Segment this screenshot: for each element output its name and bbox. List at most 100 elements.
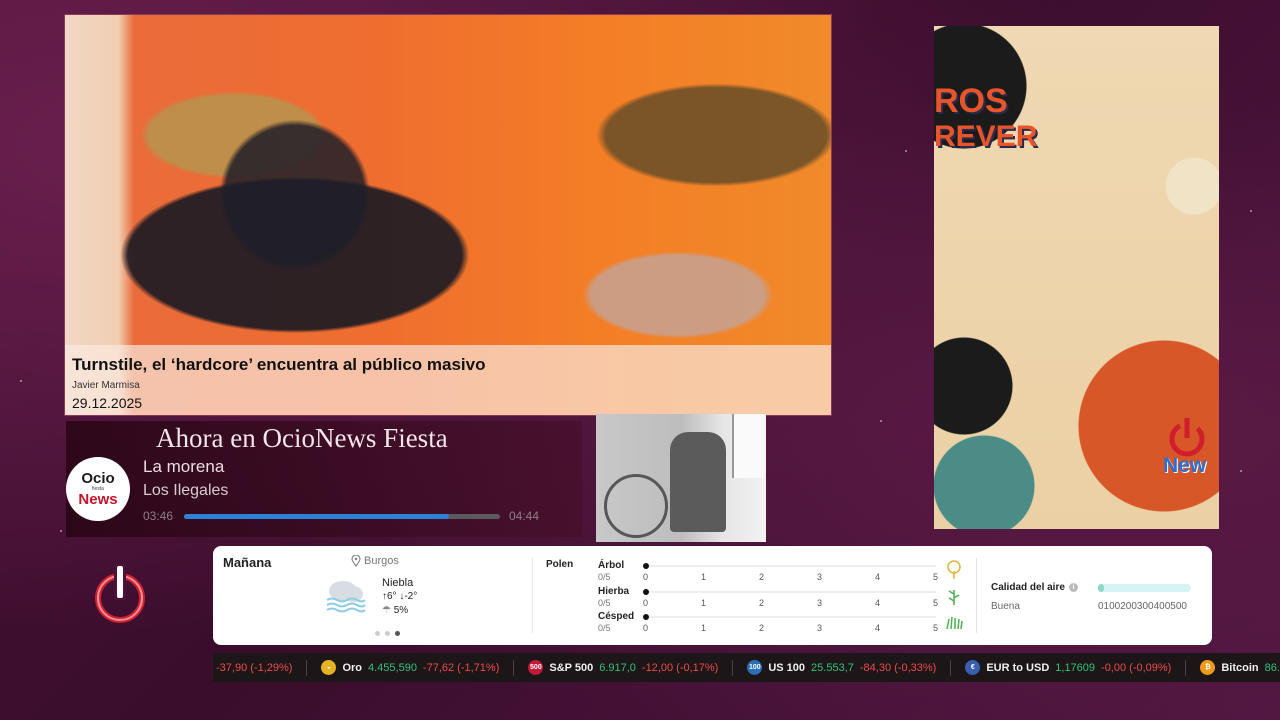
weather-widget: Mañana Burgos Niebla ↑6° ↓-2° ☂ 5% Polen…: [213, 546, 1212, 645]
ticker-name: Bitcoin: [1221, 661, 1259, 674]
pollen-name: Árbol: [598, 560, 625, 571]
rain-chance: ☂ 5%: [382, 605, 408, 616]
carousel-dot[interactable]: [385, 631, 390, 636]
pollen-level: 0/5: [598, 598, 611, 608]
ticker-change: -84,30 (-0,33%): [859, 661, 937, 674]
temp-low: -2°: [404, 591, 418, 602]
weather-condition: Niebla: [382, 577, 414, 589]
ticker-item: 100 US 100 25.553,7 -84,30 (-0,33%): [747, 659, 952, 676]
power-icon[interactable]: [94, 562, 146, 624]
pollen-name: Hierba: [598, 586, 630, 597]
sparkle: [880, 420, 882, 422]
progress-bar: [184, 514, 500, 519]
carousel-dot[interactable]: [375, 631, 380, 636]
sparkle: [20, 380, 22, 382]
carousel-dot[interactable]: [395, 631, 400, 636]
ticker-item: ◒ Oro 4.455,590 -77,62 (-1,71%): [321, 659, 515, 676]
pollen-scale-tick: 0: [643, 572, 649, 582]
video-window: [732, 414, 764, 478]
location: Burgos: [351, 555, 399, 567]
pollen-scale-tick: 1: [701, 572, 707, 582]
pollen-scale-tick: 5: [933, 623, 939, 633]
pollen-scale-tick: 2: [759, 572, 765, 582]
ticker-divider: [732, 659, 734, 676]
pollen-track: [646, 565, 936, 567]
ticker-price: 86.764: [1264, 661, 1280, 674]
info-icon[interactable]: i: [1068, 583, 1078, 592]
ticker-divider: [513, 659, 515, 676]
pollen-scale-tick: 4: [875, 572, 881, 582]
us100-icon: 100: [747, 660, 763, 675]
fog-icon: [326, 581, 366, 613]
logo-line-3: News: [78, 491, 118, 508]
tree-icon: [947, 560, 961, 579]
poster-title-line-1: ROS: [934, 82, 1008, 120]
news-title[interactable]: Turnstile, el ‘hardcore’ encuentra al pú…: [72, 355, 485, 375]
temp-high: 6°: [387, 591, 397, 602]
umbrella-icon: ☂: [382, 605, 391, 616]
pollen-row-tree: Árbol 0/5 0 1 2 3 4 5: [598, 560, 968, 585]
pollen-scale-tick: 1: [701, 623, 707, 633]
ticker-change: -0,00 (-0,09%): [1101, 661, 1172, 674]
air-quality-title: Calidad del aire i: [991, 582, 1078, 593]
pollen-level: 0/5: [598, 572, 611, 582]
pollen-scale-tick: 3: [817, 572, 823, 582]
divider: [976, 558, 977, 633]
air-quality-label: Calidad del aire: [991, 582, 1065, 593]
location-name: Burgos: [364, 555, 399, 567]
pollen-track: [646, 616, 936, 618]
news-panel[interactable]: Turnstile, el ‘hardcore’ encuentra al pú…: [64, 14, 832, 416]
air-quality-bar: [1098, 584, 1191, 592]
news-date: 29.12.2025: [72, 395, 143, 411]
ticker-change: -77,62 (-1,71%): [422, 661, 500, 674]
pollen-marker: [643, 614, 649, 620]
pollen-name: Césped: [598, 611, 635, 622]
pollen-level: 0/5: [598, 623, 611, 633]
now-playing-panel: Ahora en OcioNews Fiesta Ocio fiesta New…: [66, 421, 582, 537]
rain-value: 5%: [393, 605, 409, 616]
pollen-scale-tick: 0: [643, 598, 649, 608]
pollen-marker: [643, 589, 649, 595]
ticker-item: -37,90 (-1,29%): [216, 659, 308, 676]
divider: [532, 558, 533, 633]
ticker-name: Oro: [342, 661, 362, 674]
song-title: La morena: [143, 457, 225, 476]
pollen-scale-tick: 0: [643, 623, 649, 633]
ticker-divider: [1185, 659, 1187, 676]
news-author: Javier Marmisa: [72, 380, 140, 391]
video-thumbnail[interactable]: [596, 414, 766, 542]
ticker-item: 500 S&P 500 6.917,0 -12,00 (-0,17%): [528, 659, 734, 676]
location-pin-icon: [351, 555, 361, 567]
progress-fill: [184, 514, 450, 519]
pollen-marker: [643, 563, 649, 569]
carousel-dots[interactable]: [375, 631, 400, 636]
sparkle: [1240, 470, 1242, 472]
forecast-day: Mañana: [223, 555, 272, 570]
air-quality-status: Buena: [991, 601, 1020, 612]
poster-brand: New: [1163, 454, 1207, 477]
pollen-scale-tick: 5: [933, 598, 939, 608]
eurusd-icon: €: [965, 660, 981, 675]
sp500-icon: 500: [528, 660, 544, 675]
lawn-icon: [946, 616, 963, 630]
ticker-price: 6.917,0: [599, 661, 636, 674]
ticker-name: US 100: [768, 661, 806, 674]
bitcoin-icon: ₿: [1200, 660, 1216, 675]
grass-icon: [948, 590, 960, 605]
pollen-track: [646, 591, 936, 593]
pollen-scale-tick: 4: [875, 598, 881, 608]
sparkle: [60, 530, 62, 532]
pollen-scale-tick: 2: [759, 598, 765, 608]
pollen-scale-tick: 3: [817, 623, 823, 633]
retro-poster[interactable]: ROS REVER New: [934, 26, 1219, 529]
sparkle: [1250, 210, 1252, 212]
pollen-row-lawn: Césped 0/5 0 1 2 3 4 5: [598, 611, 968, 636]
pollen-scale-tick: 5: [933, 572, 939, 582]
pollen-scale-tick: 3: [817, 598, 823, 608]
ticker-price: 4.455,590: [368, 661, 417, 674]
video-figure: [670, 432, 726, 532]
pollen-scale-tick: 2: [759, 623, 765, 633]
ticker-item: € EUR to USD 1,17609 -0,00 (-0,09%): [965, 659, 1187, 676]
ticker-price: 1,17609: [1055, 661, 1096, 674]
ticker-divider: [950, 659, 952, 676]
